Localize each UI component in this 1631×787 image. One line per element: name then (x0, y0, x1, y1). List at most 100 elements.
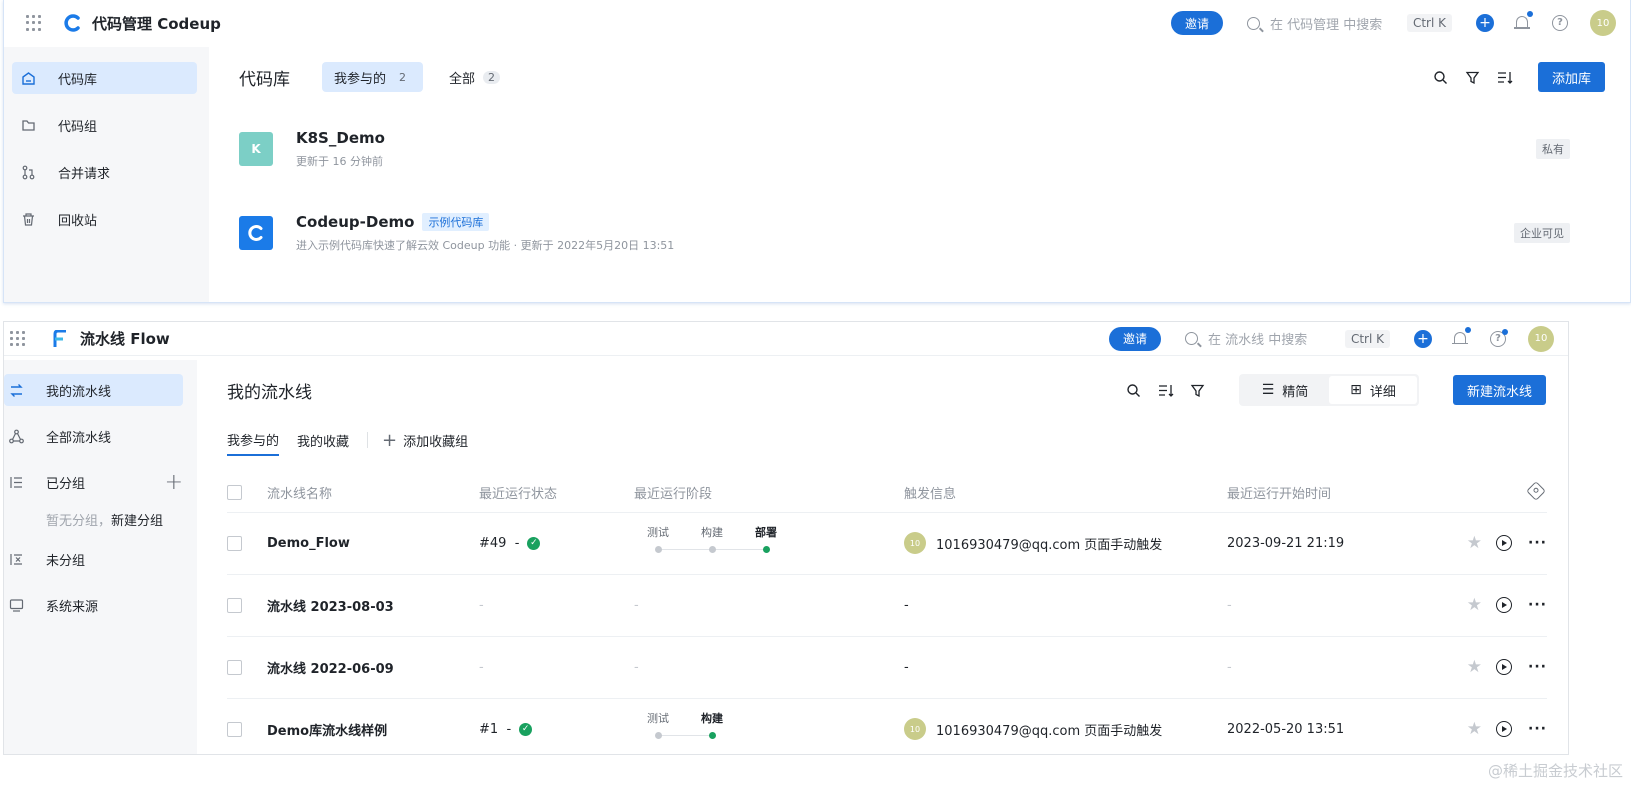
view-compact-option[interactable]: ☰ 精简 (1241, 376, 1329, 404)
search-icon[interactable] (1432, 68, 1450, 86)
stage-label: 测试 (647, 526, 669, 539)
star-icon[interactable]: ★ (1467, 595, 1482, 615)
add-group-plus-icon[interactable]: + (165, 470, 183, 495)
sidebar-item-my-pipelines[interactable]: 我的流水线 (4, 374, 183, 406)
star-icon[interactable]: ★ (1467, 533, 1482, 553)
success-check-icon: ✓ (527, 536, 541, 550)
col-trigger: 触发信息 (904, 474, 1227, 513)
sidebar-item-grouped[interactable]: 已分组 + (4, 466, 183, 498)
merge-icon (20, 164, 36, 180)
more-options-icon[interactable]: ··· (1528, 597, 1547, 613)
stage-dot (708, 732, 716, 739)
app-grid-icon[interactable] (26, 15, 42, 31)
table-row[interactable]: Demo库流水线样例 #1 - ✓ 测试 构建 10 1016930479@qq.com 页… (227, 698, 1547, 754)
list-item[interactable]: K K8S_Demo 更新于 16 分钟前 私有 (209, 107, 1630, 191)
star-icon[interactable]: ★ (1467, 719, 1482, 739)
sidebar-item-system-source[interactable]: 系统来源 (4, 589, 183, 621)
col-status: 最近运行状态 (479, 474, 634, 513)
add-repo-button[interactable]: 添加库 (1537, 62, 1605, 92)
flow-topbar: 流水线 Flow 邀请 在 流水线 中搜索 Ctrl K + ? 10 (4, 322, 1568, 356)
repo-name[interactable]: Codeup-Demo (296, 213, 414, 231)
shortcut-hint: Ctrl K (1406, 14, 1452, 32)
notification-bell-icon[interactable] (1514, 11, 1533, 32)
pipeline-name[interactable]: Demo库流水线样例 (267, 724, 387, 739)
user-avatar[interactable]: 10 (1590, 10, 1616, 36)
start-time: 2023-09-21 21:19 (1227, 535, 1345, 551)
name-cell: Demo库流水线样例 (267, 698, 479, 754)
list-item[interactable]: Codeup-Demo 示例代码库 进入示例代码库快速了解云效 Codeup 功… (209, 191, 1630, 275)
ungrouped-list-icon (8, 551, 24, 567)
more-options-icon[interactable]: ··· (1528, 535, 1547, 551)
col-start-time[interactable]: 最近运行开始时间 (1227, 474, 1427, 513)
run-play-icon[interactable] (1496, 721, 1513, 737)
column-settings-icon[interactable] (1526, 480, 1546, 501)
sidebar-item-trash[interactable]: 回收站 (12, 203, 197, 235)
select-all-checkbox[interactable] (227, 485, 242, 501)
row-checkbox[interactable] (227, 721, 242, 737)
help-icon[interactable]: ? (1490, 328, 1508, 347)
tab-favorites[interactable]: 我的收藏 (297, 424, 349, 456)
filter-icon[interactable] (1464, 68, 1482, 86)
col-name[interactable]: 流水线名称 (267, 474, 479, 513)
row-checkbox[interactable] (227, 535, 242, 551)
more-options-icon[interactable]: ··· (1528, 721, 1547, 737)
sort-icon[interactable] (1496, 68, 1514, 86)
stage-label: 部署 (755, 526, 777, 539)
app-grid-icon[interactable] (10, 330, 26, 347)
repo-meta: 更新于 16 分钟前 (296, 155, 383, 168)
filter-icon[interactable] (1189, 381, 1207, 399)
grid-table-icon: ⊞ (1350, 382, 1362, 398)
table-row[interactable]: 流水线 2022-06-09 - - - - ★ ··· (227, 636, 1547, 699)
tab-mine[interactable]: 我参与的 2 (322, 62, 424, 92)
new-group-link[interactable]: 新建分组 (111, 514, 163, 529)
sidebar-item-all-pipelines[interactable]: 全部流水线 (4, 420, 183, 452)
stage-cell: - (634, 636, 904, 699)
pipeline-name[interactable]: 流水线 2022-06-09 (267, 662, 394, 677)
sidebar-item-ungrouped[interactable]: 未分组 (4, 543, 183, 575)
global-search[interactable]: 在 流水线 中搜索 (1184, 329, 1345, 348)
row-checkbox[interactable] (227, 659, 242, 675)
add-favorite-group-button[interactable]: + 添加收藏组 (382, 430, 468, 451)
invite-button[interactable]: 邀请 (1170, 11, 1223, 35)
pipeline-name[interactable]: Demo_Flow (267, 536, 350, 551)
run-status[interactable]: #1 - ✓ (479, 722, 634, 737)
home-repo-icon (20, 70, 36, 86)
create-plus-icon[interactable]: + (1476, 14, 1494, 32)
run-play-icon[interactable] (1496, 597, 1513, 613)
view-detail-option[interactable]: ⊞ 详细 (1328, 376, 1417, 404)
name-cell: 流水线 2022-06-09 (267, 636, 479, 699)
new-pipeline-button[interactable]: 新建流水线 (1452, 375, 1546, 405)
table-row[interactable]: Demo_Flow #49 - ✓ 测试 构建 部署 10 1016930479@qq.com… (227, 512, 1547, 575)
run-play-icon[interactable] (1496, 535, 1513, 551)
search-placeholder: 在 代码管理 中搜索 (1269, 17, 1383, 33)
flow-tabs: 我参与的 我的收藏 + 添加收藏组 (197, 420, 1568, 460)
invite-button[interactable]: 邀请 (1108, 326, 1161, 351)
notification-bell-icon[interactable] (1452, 326, 1471, 348)
tab-all[interactable]: 全部 2 (437, 62, 512, 92)
star-icon[interactable]: ★ (1467, 657, 1482, 677)
user-avatar[interactable]: 10 (1528, 325, 1554, 352)
table-row[interactable]: 流水线 2023-08-03 - - - - ★ ··· (227, 574, 1547, 637)
create-plus-icon[interactable]: + (1414, 329, 1432, 348)
app-title: 代码管理 Codeup (92, 14, 221, 33)
run-status[interactable]: #49 - ✓ (479, 536, 634, 551)
sidebar-item-repos[interactable]: 代码库 (12, 62, 197, 94)
global-search[interactable]: 在 代码管理 中搜索 (1246, 14, 1407, 33)
repo-name[interactable]: K8S_Demo (296, 129, 385, 147)
tab-mine[interactable]: 我参与的 (227, 424, 280, 456)
select-cell (227, 512, 267, 575)
tab-label: 我参与的 (334, 71, 387, 87)
sidebar-item-groups[interactable]: 代码组 (12, 109, 197, 141)
pipeline-name[interactable]: 流水线 2023-08-03 (267, 600, 394, 615)
more-options-icon[interactable]: ··· (1528, 659, 1547, 675)
run-play-icon[interactable] (1496, 659, 1513, 675)
sort-icon[interactable] (1157, 381, 1175, 399)
stage-dot (762, 546, 770, 553)
search-icon[interactable] (1125, 381, 1143, 399)
row-checkbox[interactable] (227, 597, 242, 613)
start-time: 2022-05-20 13:51 (1227, 721, 1345, 737)
time-cell: 2022-05-20 13:51 (1227, 698, 1427, 754)
help-icon[interactable]: ? (1552, 15, 1568, 31)
sidebar-item-merge-requests[interactable]: 合并请求 (12, 156, 197, 188)
col-stage: 最近运行阶段 (634, 474, 904, 513)
